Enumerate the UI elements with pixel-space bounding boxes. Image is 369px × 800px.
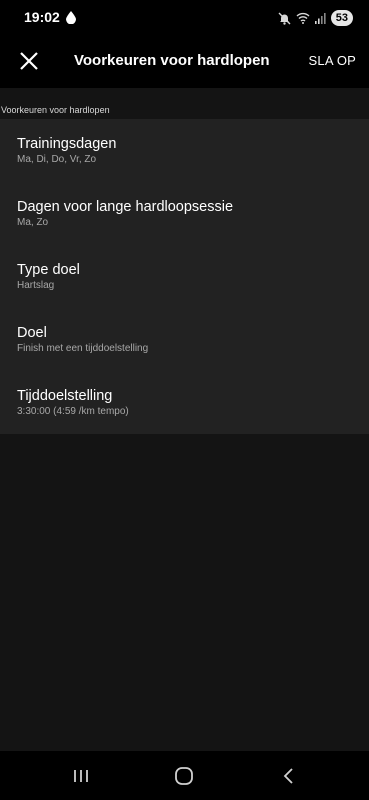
status-time: 19:02 <box>24 9 60 25</box>
list-item-goal[interactable]: Doel Finish met een tijddoelstelling <box>0 308 369 371</box>
home-icon <box>175 767 193 785</box>
item-title: Tijddoelstelling <box>17 388 113 404</box>
item-value: Ma, Zo <box>17 217 49 228</box>
item-value: Finish met een tijddoelstelling <box>17 343 149 354</box>
mute-icon <box>278 12 291 25</box>
settings-list: Trainingsdagen Ma, Di, Do, Vr, Zo Dagen … <box>0 119 369 434</box>
status-bar: 19:02 53 <box>0 0 369 36</box>
close-icon <box>20 52 38 70</box>
signal-icon <box>314 13 326 24</box>
list-item-long-run-days[interactable]: Dagen voor lange hardloopsessie Ma, Zo <box>0 182 369 245</box>
section-header: Voorkeuren voor hardlopen <box>1 105 110 115</box>
item-value: Hartslag <box>17 280 55 291</box>
item-title: Dagen voor lange hardloopsessie <box>17 199 234 215</box>
list-item-goal-type[interactable]: Type doel Hartslag <box>0 245 369 308</box>
screen: 19:02 53 Voorkeuren voor hardlopen SLA O… <box>0 0 369 800</box>
page-title: Voorkeuren voor hardlopen <box>74 52 270 69</box>
wifi-icon <box>296 12 310 24</box>
app-header: Voorkeuren voor hardlopen SLA OP <box>0 36 369 88</box>
status-icons: 53 <box>278 9 353 27</box>
item-title: Type doel <box>17 262 80 278</box>
close-button[interactable] <box>14 46 44 76</box>
list-item-training-days[interactable]: Trainingsdagen Ma, Di, Do, Vr, Zo <box>0 119 369 182</box>
list-item-time-goal[interactable]: Tijddoelstelling 3:30:00 (4:59 /km tempo… <box>0 371 369 434</box>
recent-apps-button[interactable] <box>69 765 93 787</box>
item-value: 3:30:00 (4:59 /km tempo) <box>17 406 129 417</box>
back-button[interactable] <box>276 765 300 787</box>
home-button[interactable] <box>172 765 196 787</box>
battery-icon: 53 <box>330 10 353 26</box>
item-title: Trainingsdagen <box>17 136 117 152</box>
recent-apps-icon <box>74 770 88 782</box>
item-value: Ma, Di, Do, Vr, Zo <box>17 154 97 165</box>
save-button[interactable]: SLA OP <box>309 53 356 68</box>
back-icon <box>283 768 293 784</box>
navigation-bar <box>0 751 369 800</box>
water-drop-icon <box>66 11 76 24</box>
item-title: Doel <box>17 325 47 341</box>
